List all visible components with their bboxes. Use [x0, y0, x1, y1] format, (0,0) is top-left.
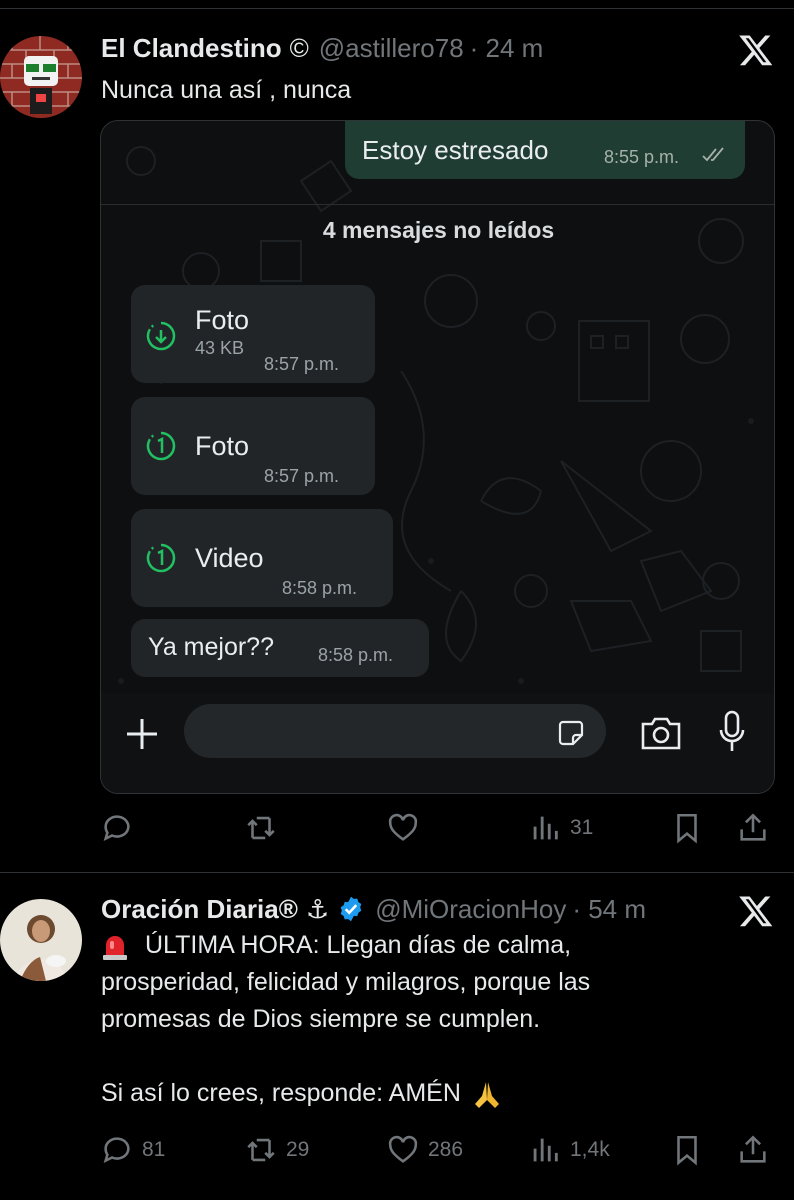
avatar[interactable]	[0, 36, 82, 118]
like-button[interactable]: 286	[386, 1130, 463, 1170]
message-text: Estoy estresado	[362, 135, 549, 165]
heart-icon	[388, 1135, 418, 1163]
tweet[interactable]: El Clandestino © @astillero78 · 24 m Nun…	[0, 24, 794, 870]
incoming-message[interactable]: Video 8:58 p.m.	[131, 509, 393, 607]
attachment-size: 43 KB	[195, 338, 245, 358]
tweet-header: Oración Diaria® ⚓ @MiOracionHoy · 54 m	[101, 893, 646, 925]
author-handle[interactable]: @MiOracionHoy	[375, 894, 566, 925]
attachment-label: Foto	[195, 431, 250, 461]
incoming-message[interactable]: Foto 8:57 p.m.	[131, 397, 375, 495]
retweet-button[interactable]: 29	[244, 1130, 309, 1170]
tweet-time[interactable]: · 24 m	[470, 33, 544, 64]
view-count: 1,4k	[570, 1138, 610, 1161]
views-button[interactable]: 1,4k	[528, 1130, 610, 1170]
message-time: 8:57 p.m.	[264, 466, 340, 486]
retweet-icon	[247, 1138, 275, 1162]
tweet-time[interactable]: · 54 m	[572, 894, 646, 925]
views-icon	[533, 816, 558, 840]
bookmark-icon	[677, 1135, 697, 1166]
sticker-icon[interactable]	[557, 719, 585, 747]
praying-hands-icon	[474, 1081, 499, 1108]
siren-icon	[103, 935, 127, 960]
reply-button[interactable]	[100, 808, 142, 848]
tweet-actions: 81 29 286 1,4k	[100, 1130, 780, 1170]
attachment-label: Foto	[195, 305, 250, 335]
outgoing-message[interactable]: Estoy estresado 8:55 p.m.	[345, 121, 745, 179]
views-button[interactable]: 31	[528, 808, 593, 848]
tweet[interactable]: Oración Diaria® ⚓ @MiOracionHoy · 54 m Ú…	[0, 893, 794, 1200]
like-button[interactable]	[386, 808, 428, 848]
unread-banner: 4 mensajes no leídos	[322, 217, 555, 243]
share-button[interactable]	[736, 1130, 770, 1170]
share-icon	[740, 1135, 766, 1163]
text-line: Si así lo crees, responde: AMÉN	[101, 1079, 461, 1107]
incoming-message[interactable]: Foto 43 KB 8:57 p.m.	[131, 285, 375, 383]
separator	[101, 204, 774, 205]
avatar[interactable]	[0, 899, 82, 981]
text-line: ÚLTIMA HORA: Llegan días de calma,	[145, 931, 572, 959]
tweet-divider	[0, 872, 794, 873]
share-icon	[740, 813, 766, 841]
incoming-message[interactable]: Ya mejor?? 8:58 p.m.	[131, 619, 429, 677]
read-ticks-icon	[702, 147, 724, 162]
views-icon	[533, 1138, 558, 1162]
retweet-count: 29	[286, 1138, 310, 1161]
author-name[interactable]: El Clandestino	[101, 33, 282, 64]
tweet-text: Nunca una así , nunca	[101, 76, 352, 104]
bookmark-icon	[677, 813, 697, 844]
message-input[interactable]	[184, 704, 606, 758]
reply-icon	[103, 1137, 130, 1164]
microphone-icon[interactable]	[718, 710, 746, 754]
heart-icon	[388, 813, 418, 841]
verified-icon	[340, 896, 362, 922]
view-count: 31	[570, 816, 594, 839]
tweet-media[interactable]: Estoy estresado 8:55 p.m. 4 mensajes no …	[100, 120, 775, 794]
tweet-header: El Clandestino © @astillero78 · 24 m	[101, 32, 543, 64]
author-name[interactable]: Oración Diaria®	[101, 894, 298, 925]
bookmark-button[interactable]	[670, 1130, 704, 1170]
message-time: 8:57 p.m.	[264, 354, 340, 374]
tweet-actions: 31	[100, 808, 780, 848]
message-text: Ya mejor??	[148, 633, 274, 661]
author-badge: ⚓	[305, 893, 330, 924]
view-once-icon[interactable]	[145, 430, 177, 462]
top-divider	[0, 8, 794, 9]
view-once-icon[interactable]	[145, 542, 177, 574]
author-badge: ©	[289, 32, 309, 63]
download-icon[interactable]	[145, 320, 177, 352]
message-time: 8:58 p.m.	[318, 645, 394, 665]
x-logo-icon	[739, 35, 773, 66]
message-time: 8:58 p.m.	[282, 578, 358, 598]
text-line: prosperidad, felicidad y milagros, porqu…	[101, 968, 591, 996]
x-logo-icon	[739, 896, 773, 927]
reply-button[interactable]: 81	[100, 1130, 165, 1170]
plus-icon[interactable]	[123, 715, 161, 753]
like-count: 286	[428, 1138, 464, 1161]
reply-count: 81	[142, 1138, 166, 1161]
attachment-label: Video	[195, 543, 264, 573]
author-handle[interactable]: @astillero78	[319, 33, 464, 64]
text-line: promesas de Dios siempre se cumplen.	[101, 1005, 541, 1033]
bookmark-button[interactable]	[670, 808, 704, 848]
reply-icon	[103, 815, 130, 842]
tweet-text: ÚLTIMA HORA: Llegan días de calma, prosp…	[101, 927, 590, 1112]
message-time: 8:55 p.m.	[604, 147, 680, 167]
retweet-icon	[247, 816, 275, 840]
retweet-button[interactable]	[244, 808, 286, 848]
camera-icon[interactable]	[639, 715, 683, 751]
share-button[interactable]	[736, 808, 770, 848]
